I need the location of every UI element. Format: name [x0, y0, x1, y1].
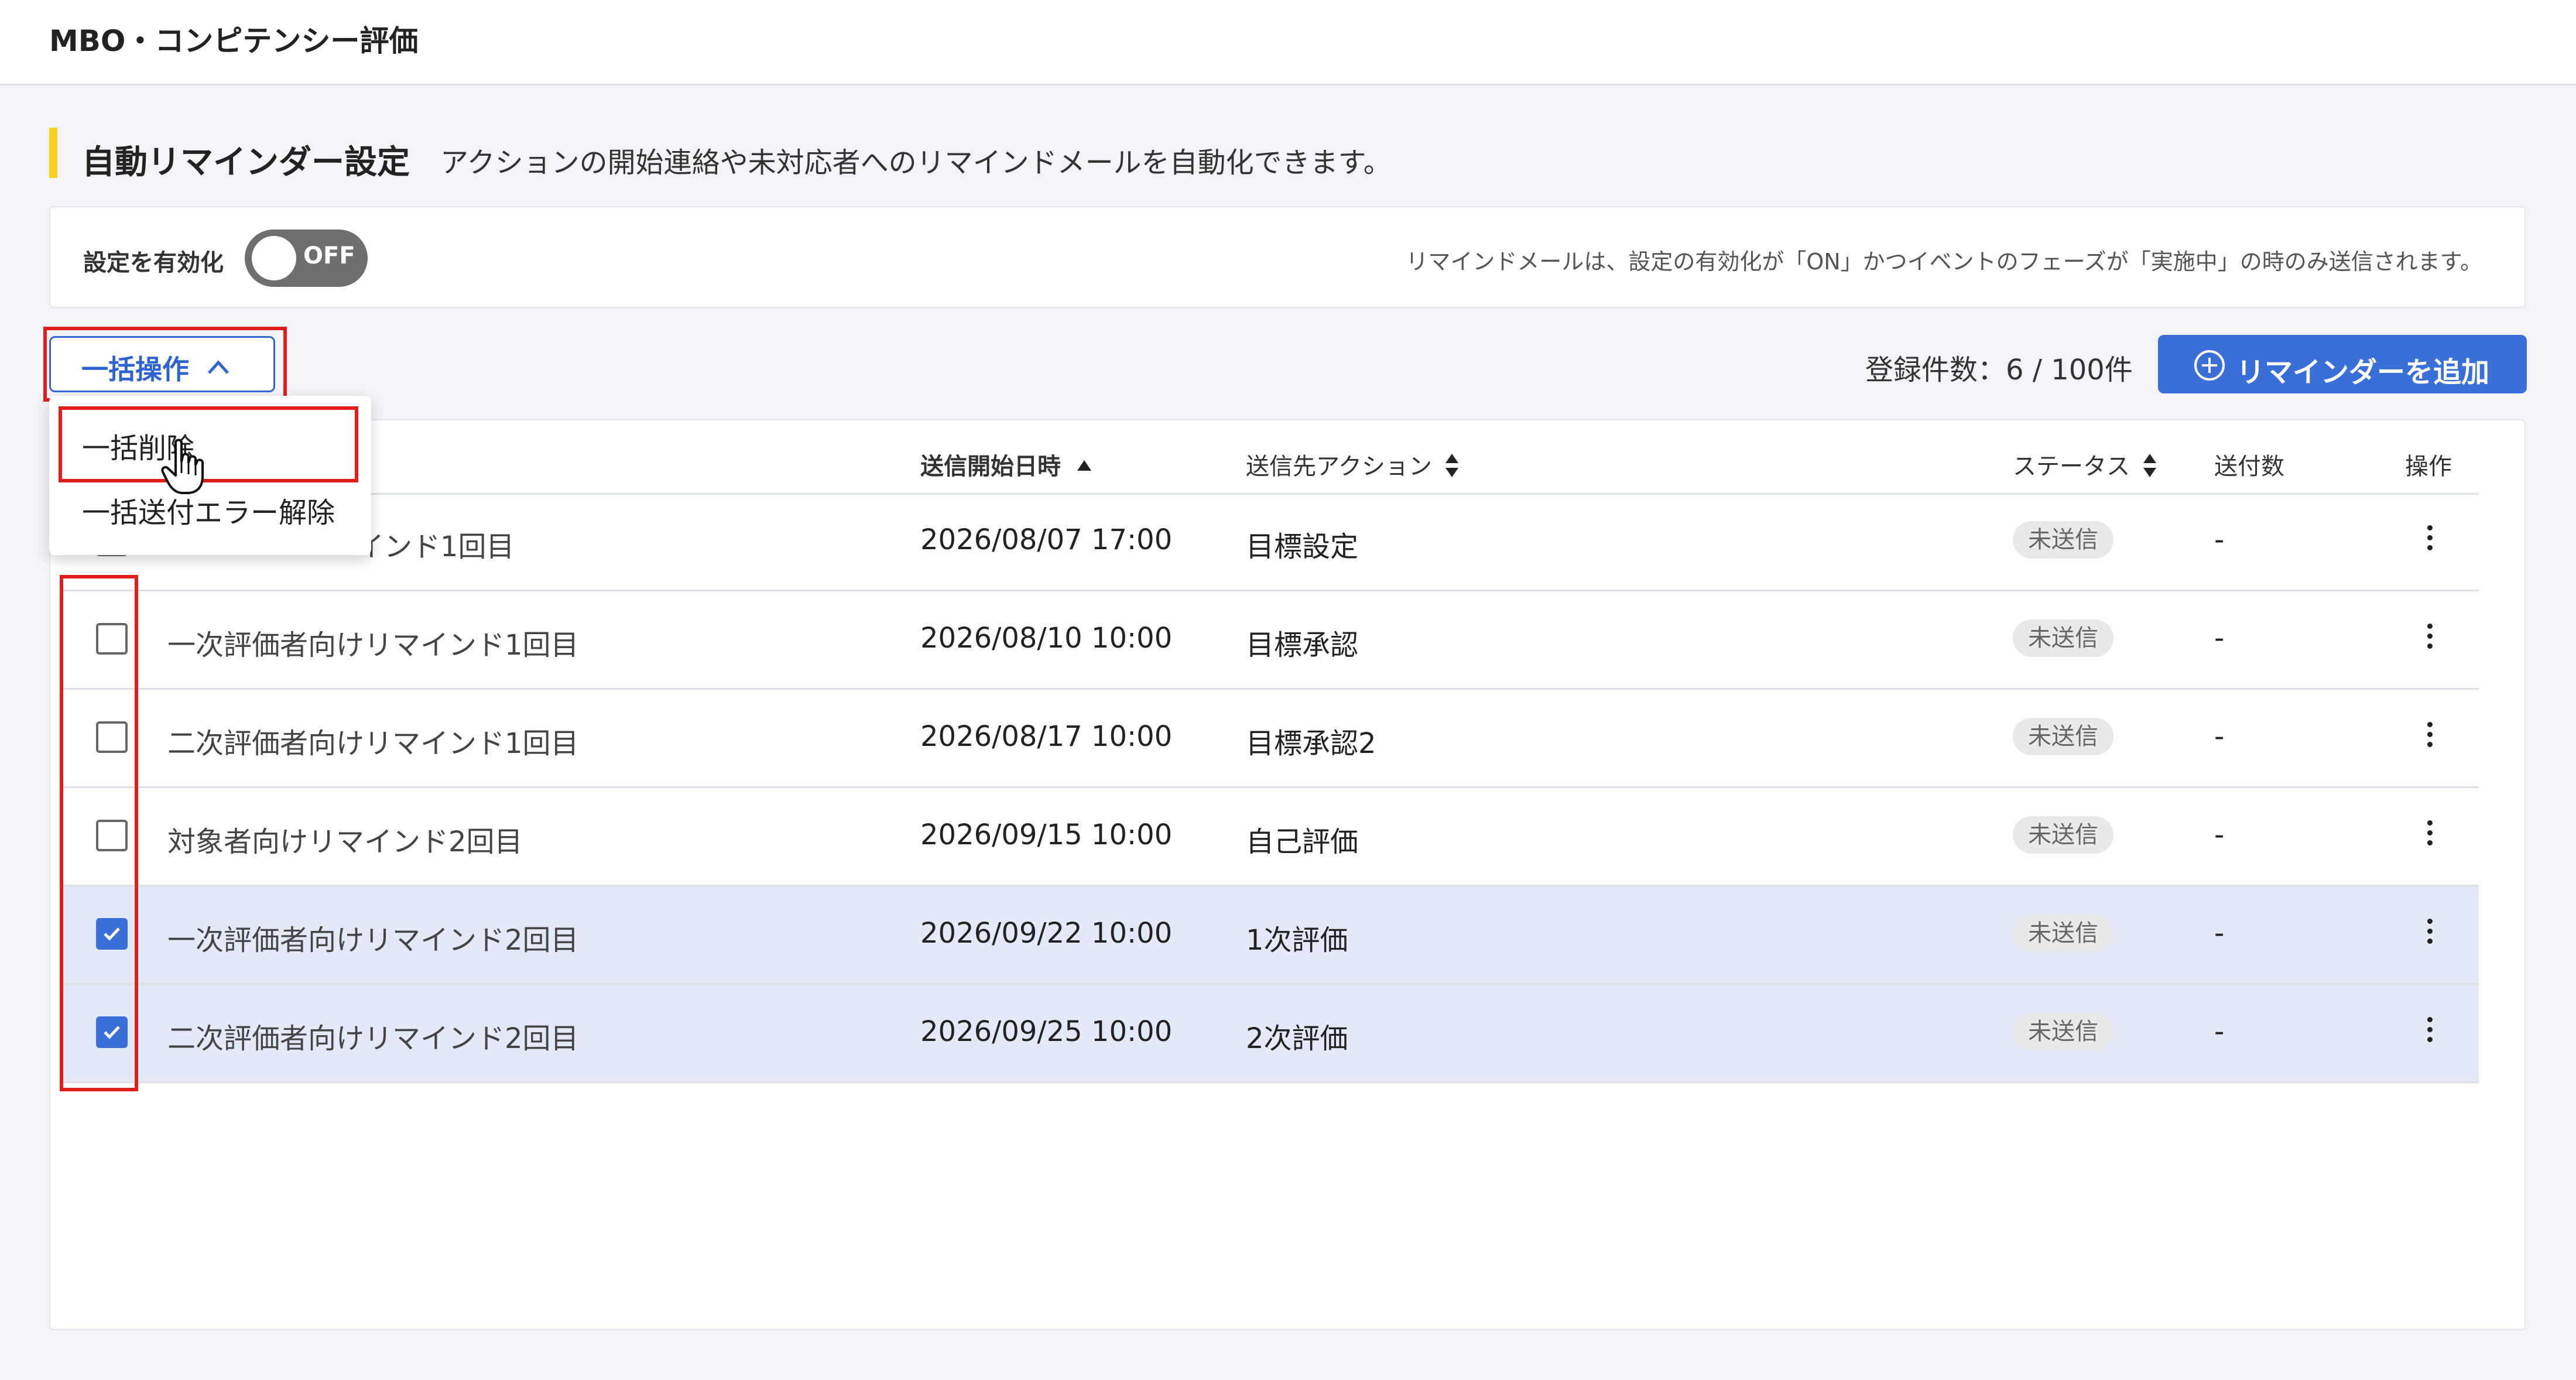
more-vertical-icon[interactable]: [2418, 621, 2441, 659]
sent-count: -: [2214, 819, 2225, 851]
target-action: 目標設定: [1246, 530, 1359, 563]
highlight-box-checkboxes: [60, 575, 138, 1091]
sent-count: -: [2214, 523, 2225, 556]
status-badge: 未送信: [2013, 718, 2113, 755]
section-description: アクションの開始連絡や未対応者へのリマインドメールを自動化できます。: [440, 146, 1392, 179]
column-header-action[interactable]: 送信先アクション: [1246, 447, 1459, 481]
table-row: インド1回目 2026/08/07 17:00 目標設定 未送信 -: [63, 493, 2479, 591]
sent-count: -: [2214, 917, 2225, 950]
reminder-name: 二次評価者向けリマインド1回目: [167, 727, 579, 760]
reminder-name: 対象者向けリマインド2回目: [167, 826, 523, 858]
reminder-name: 一次評価者向けリマインド2回目: [167, 924, 579, 957]
target-action: 2次評価: [1246, 1022, 1348, 1055]
status-badge: 未送信: [2013, 1013, 2113, 1050]
settings-note: リマインドメールは、設定の有効化が「ON」かつイベントのフェーズが「実施中」の時…: [1406, 249, 2482, 275]
add-reminder-label: リマインダーを追加: [2236, 356, 2490, 389]
section-accent-bar: [49, 128, 57, 178]
reminder-name: インド1回目: [356, 530, 515, 563]
column-header-sent: 送付数: [2214, 453, 2284, 480]
send-date: 2026/08/07 17:00: [920, 523, 1173, 556]
section-title: 自動リマインダー設定: [82, 143, 410, 182]
table-header: 送信開始日時 送信先アクション ステータス 送付数 操作: [63, 420, 2479, 495]
status-badge: 未送信: [2013, 521, 2113, 559]
sort-icon: [2143, 454, 2156, 477]
sort-icon: [1445, 454, 1458, 477]
status-badge: 未送信: [2013, 816, 2113, 854]
target-action: 自己評価: [1246, 826, 1359, 858]
status-badge: 未送信: [2013, 915, 2113, 952]
section-heading: 自動リマインダー設定 アクションの開始連絡や未対応者へのリマインドメールを自動化…: [49, 125, 2508, 182]
reminder-name: 二次評価者向けリマインド2回目: [167, 1022, 579, 1055]
toggle-state-text: OFF: [303, 242, 355, 269]
sent-count: -: [2214, 622, 2225, 655]
more-vertical-icon[interactable]: [2418, 719, 2441, 758]
send-date: 2026/08/10 10:00: [920, 622, 1173, 655]
table-row: 対象者向けリマインド2回目 2026/09/15 10:00 自己評価 未送信 …: [63, 788, 2479, 886]
column-header-status-label: ステータス: [2013, 453, 2130, 480]
settings-card: 設定を有効化 OFF リマインドメールは、設定の有効化が「ON」かつイベントのフ…: [49, 206, 2526, 308]
enable-toggle[interactable]: OFF: [245, 230, 368, 287]
table-row: 二次評価者向けリマインド1回目 2026/08/17 10:00 目標承認2 未…: [63, 690, 2479, 788]
column-header-ops: 操作: [2405, 453, 2452, 480]
target-action: 目標承認2: [1246, 727, 1376, 760]
highlight-box-bulk-button: [43, 327, 287, 402]
plus-circle-icon: [2194, 350, 2225, 381]
page-title: MBO・コンピテンシー評価: [49, 24, 419, 58]
enable-label: 設定を有効化: [83, 249, 224, 276]
toggle-knob: [252, 236, 296, 280]
more-vertical-icon[interactable]: [2418, 1014, 2441, 1053]
table-row-selected: 一次評価者向けリマインド2回目 2026/09/22 10:00 1次評価 未送…: [63, 886, 2479, 985]
target-action: 目標承認: [1246, 629, 1359, 662]
more-vertical-icon[interactable]: [2418, 916, 2441, 954]
table-row-selected: 二次評価者向けリマインド2回目 2026/09/25 10:00 2次評価 未送…: [63, 985, 2479, 1083]
hand-pointer-icon: [161, 439, 204, 494]
send-date: 2026/08/17 10:00: [920, 720, 1173, 753]
column-header-date[interactable]: 送信開始日時: [920, 447, 1091, 481]
target-action: 1次評価: [1246, 924, 1348, 957]
send-date: 2026/09/15 10:00: [920, 819, 1173, 851]
app-header: MBO・コンピテンシー評価: [0, 0, 2576, 85]
column-header-date-label: 送信開始日時: [920, 453, 1061, 480]
sent-count: -: [2214, 1015, 2225, 1048]
table-row: 一次評価者向けリマインド1回目 2026/08/10 10:00 目標承認 未送…: [63, 591, 2479, 690]
registration-count: 登録件数：6 / 100件: [1865, 354, 2133, 386]
column-header-status[interactable]: ステータス: [2013, 447, 2157, 481]
status-badge: 未送信: [2013, 619, 2113, 657]
sent-count: -: [2214, 720, 2225, 753]
send-date: 2026/09/25 10:00: [920, 1015, 1173, 1048]
reminder-name: 一次評価者向けリマインド1回目: [167, 629, 579, 662]
more-vertical-icon[interactable]: [2418, 522, 2441, 561]
more-vertical-icon[interactable]: [2418, 817, 2441, 856]
add-reminder-button[interactable]: リマインダーを追加: [2158, 335, 2527, 393]
reminder-table: 送信開始日時 送信先アクション ステータス 送付数 操作 インド1回目 2026…: [49, 419, 2526, 1330]
sort-ascending-icon: [1077, 460, 1091, 471]
column-header-action-label: 送信先アクション: [1246, 453, 1432, 480]
send-date: 2026/09/22 10:00: [920, 917, 1173, 950]
